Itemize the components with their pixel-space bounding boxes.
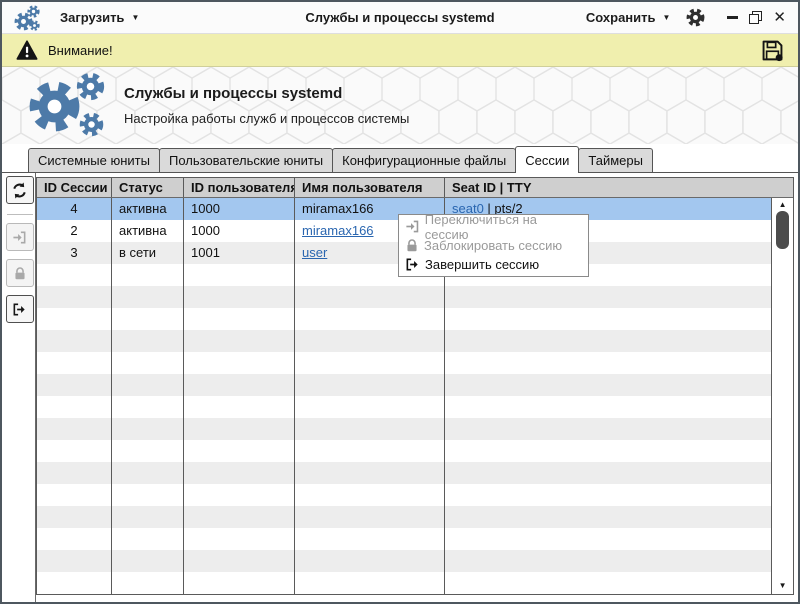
cell-session-id: 2 (37, 220, 112, 242)
table-row-empty (37, 462, 772, 484)
refresh-icon[interactable] (5, 176, 34, 204)
sessions-panel: ID Сессии Статус ID пользователя Имя пол… (2, 173, 798, 602)
menu-item-label: Переключиться на сессию (424, 211, 538, 242)
menu-item-label: Завершить сессию (425, 257, 540, 272)
table-header: ID Сессии Статус ID пользователя Имя пол… (37, 178, 793, 198)
save-menu-button[interactable]: Сохранить ▼ (586, 10, 671, 25)
scroll-up-icon[interactable]: ▲ (779, 198, 787, 211)
restore-window-icon[interactable] (749, 11, 763, 24)
session-toolbar (5, 176, 34, 331)
cell-status: активна (112, 198, 184, 220)
gears-logo-icon (26, 71, 110, 141)
app-window: Загрузить ▼ Службы и процессы systemd Со… (0, 0, 800, 604)
scrollbar-thumb[interactable] (776, 211, 790, 249)
switch-session-icon (5, 223, 34, 251)
table-row-empty (37, 352, 772, 374)
cell-session-id: 3 (37, 242, 112, 264)
column-header-user-name[interactable]: Имя пользователя (295, 178, 445, 197)
table-row-empty (37, 286, 772, 308)
load-menu-label: Загрузить (60, 10, 125, 25)
table-row-empty (37, 396, 772, 418)
page-header: Службы и процессы systemd Настройка рабо… (2, 67, 798, 144)
column-header-session-id[interactable]: ID Сессии (37, 178, 112, 197)
table-row-empty (37, 374, 772, 396)
tab-timers[interactable]: Таймеры (578, 148, 653, 172)
terminate-session-icon[interactable] (5, 295, 34, 323)
table-row-empty (37, 550, 772, 572)
vertical-scrollbar[interactable]: ▲ ▼ (771, 198, 793, 594)
table-row-empty (37, 330, 772, 352)
table-row-empty (37, 572, 772, 594)
save-menu-label: Сохранить (585, 10, 656, 25)
switch-session-icon (406, 220, 419, 233)
load-menu-button[interactable]: Загрузить ▼ (60, 10, 139, 25)
cell-user-id: 1000 (184, 220, 295, 242)
cell-user-id: 1001 (184, 242, 295, 264)
tab-system-units[interactable]: Системные юниты (28, 148, 160, 172)
session-context-menu: Переключиться на сессию Заблокировать се… (398, 212, 589, 277)
column-header-seat-tty[interactable]: Seat ID | TTY (445, 178, 793, 197)
page-title: Службы и процессы systemd (124, 85, 343, 102)
tab-sessions[interactable]: Сессии (515, 146, 580, 173)
settings-gear-icon[interactable] (686, 8, 705, 27)
menu-item-label: Заблокировать сессию (424, 238, 563, 253)
save-changes-icon[interactable] (761, 39, 784, 62)
menu-item-lock-session: Заблокировать сессию (399, 236, 588, 255)
title-bar: Загрузить ▼ Службы и процессы systemd Со… (2, 2, 798, 34)
lock-session-icon (407, 239, 417, 252)
close-icon[interactable]: ✕ (773, 10, 786, 25)
lock-session-icon (5, 259, 34, 287)
cell-user-id: 1000 (184, 198, 295, 220)
warning-triangle-icon (16, 39, 38, 60)
page-subtitle: Настройка работы служб и процессов систе… (124, 111, 410, 126)
column-header-status[interactable]: Статус (112, 178, 184, 197)
scroll-down-icon[interactable]: ▼ (779, 579, 787, 592)
table-row-empty (37, 484, 772, 506)
minimize-icon[interactable] (727, 16, 739, 19)
table-row-empty (37, 418, 772, 440)
cell-status: в сети (112, 242, 184, 264)
cell-session-id: 4 (37, 198, 112, 220)
table-row-empty (37, 506, 772, 528)
table-row-empty (37, 528, 772, 550)
terminate-session-icon (406, 258, 418, 271)
tab-config-files[interactable]: Конфигурационные файлы (332, 148, 517, 172)
tab-bar: Системные юниты Пользовательские юниты К… (2, 144, 798, 173)
toolbar-separator (6, 214, 33, 215)
table-row-empty (37, 308, 772, 330)
chevron-down-icon: ▼ (662, 13, 671, 22)
menu-item-terminate-session[interactable]: Завершить сессию (399, 255, 588, 274)
menu-item-switch-session: Переключиться на сессию (399, 212, 588, 242)
user-name-link[interactable]: miramax166 (302, 223, 374, 238)
tab-user-units[interactable]: Пользовательские юниты (158, 148, 334, 172)
app-gears-icon (14, 4, 40, 31)
cell-status: активна (112, 220, 184, 242)
warning-text: Внимание! (48, 42, 113, 58)
column-header-user-id[interactable]: ID пользователя (184, 178, 295, 197)
chevron-down-icon: ▼ (131, 13, 140, 22)
table-row-empty (37, 440, 772, 462)
warning-bar: Внимание! (2, 34, 798, 67)
user-name-link[interactable]: user (302, 245, 327, 260)
